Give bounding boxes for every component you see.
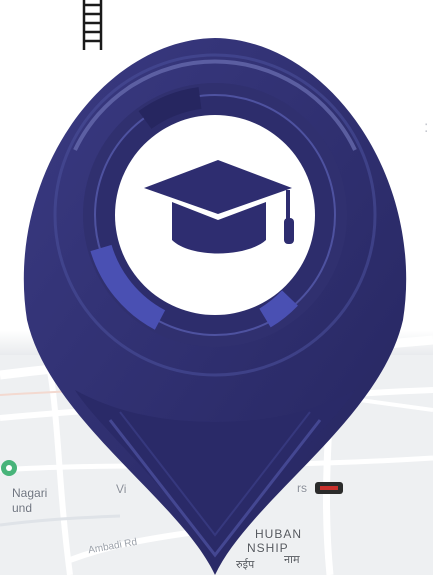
edge-dots: :: [424, 119, 429, 136]
pin-illustration: Nagari und Vi rs Ambadi Rd HUBAN NSHIP र…: [0, 0, 433, 575]
map-label-hindi-2: नाम: [284, 554, 300, 566]
map-label-hindi: रुईप: [236, 559, 255, 571]
illustration-canvas: [0, 0, 433, 575]
map-label-rs: rs: [297, 481, 307, 495]
map-label-vi: Vi: [116, 482, 127, 496]
map-label-nship: NSHIP: [247, 541, 289, 555]
map-label-und: und: [12, 501, 33, 515]
map-label-huban: HUBAN: [255, 527, 303, 541]
map-label-nagari: Nagari: [12, 486, 48, 500]
